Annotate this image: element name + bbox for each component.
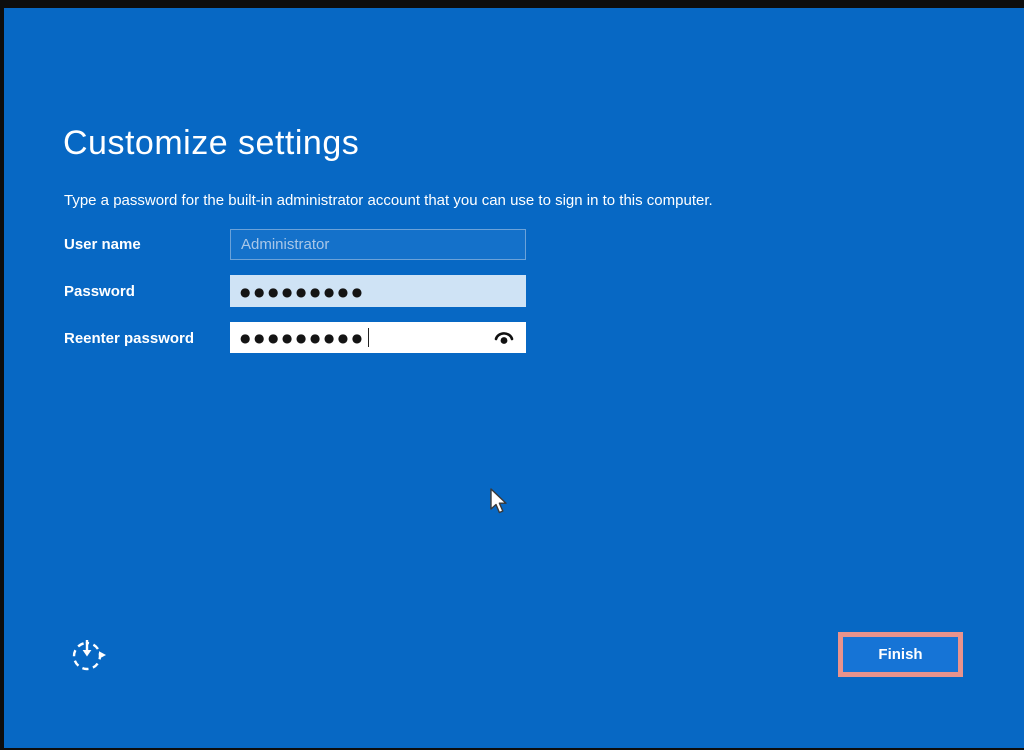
page-subtitle: Type a password for the built-in adminis…: [64, 192, 713, 209]
password-label: Password: [64, 283, 135, 300]
password-masked-value: ●●●●●●●●●: [240, 284, 366, 299]
page-title: Customize settings: [63, 124, 360, 162]
password-reveal-button[interactable]: [492, 326, 516, 350]
password-field[interactable]: ●●●●●●●●●: [230, 275, 526, 307]
reenter-password-field[interactable]: ●●●●●●●●●: [230, 322, 526, 353]
username-label: User name: [64, 236, 141, 253]
screen-edge-top: [0, 0, 1024, 8]
eye-icon: [494, 331, 514, 344]
ease-of-access-icon: [72, 640, 106, 671]
text-caret: [367, 328, 370, 347]
finish-button[interactable]: Finish: [843, 637, 958, 672]
username-field[interactable]: [230, 229, 526, 260]
customize-settings-screen: { "screen": { "title": "Customize settin…: [0, 0, 1024, 750]
screen-edge-left: [0, 0, 4, 750]
mouse-cursor: [490, 488, 507, 514]
reenter-password-label: Reenter password: [64, 330, 195, 347]
reenter-masked-value: ●●●●●●●●●: [240, 331, 366, 345]
ease-of-access-button[interactable]: [66, 632, 110, 676]
finish-highlight-box: Finish: [838, 632, 963, 677]
